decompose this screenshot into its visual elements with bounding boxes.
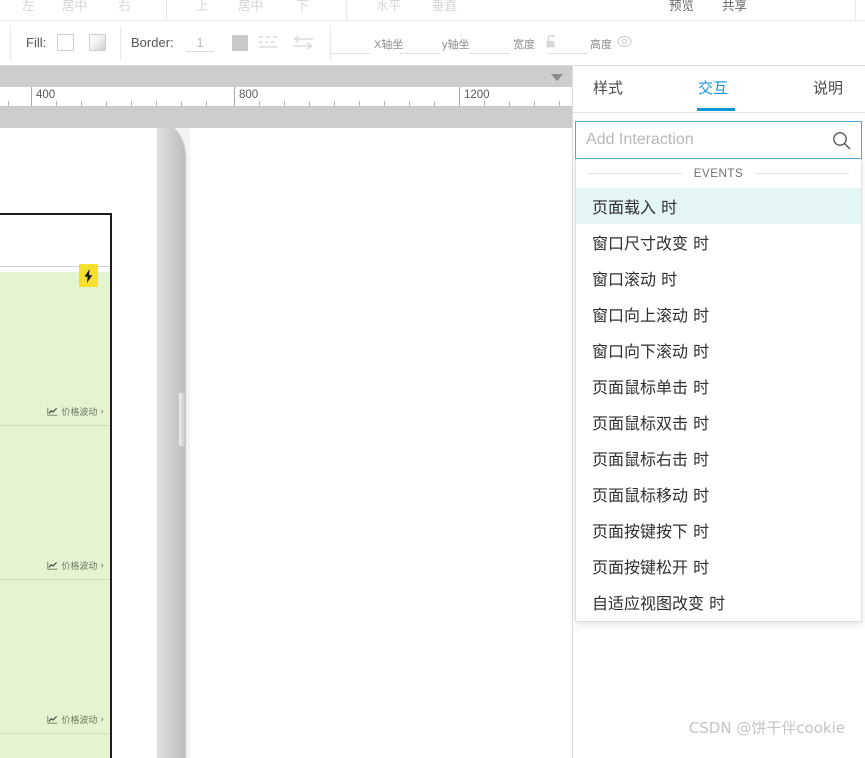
event-item-window-scroll-up[interactable]: 窗口向上滚动 时 — [576, 296, 861, 332]
distribute-vertical-button[interactable]: 垂直 — [432, 0, 457, 16]
lock-icon[interactable] — [545, 34, 558, 54]
cart-header: 购物车 — [0, 215, 110, 267]
event-item-page-load[interactable]: 页面载入 时 — [576, 188, 861, 224]
canvas-secondary-band — [0, 107, 572, 128]
event-item-adaptive-view-change[interactable]: 自适应视图改变 时 — [576, 584, 861, 620]
ruler-label: 800 — [239, 89, 259, 101]
phone-side-button — [179, 392, 186, 447]
border-style-icon[interactable] — [258, 35, 278, 56]
price-trend-link[interactable]: 价格波动 › — [47, 713, 104, 726]
fill-gradient-swatch[interactable] — [89, 34, 106, 51]
price-chart-icon — [47, 561, 58, 570]
toolbar-divider — [166, 0, 167, 20]
align-left-button[interactable]: 左 — [22, 0, 35, 16]
ruler-label: 1200 — [464, 89, 490, 101]
height-input[interactable] — [548, 53, 588, 54]
price-trend-label: 价格波动 — [61, 562, 98, 572]
align-right-button[interactable]: 右 — [118, 0, 131, 16]
phone-mockup: 购物车 商品名称 商品规格 商品价格 价格波动 › 商品名称 — [0, 128, 186, 758]
event-item-key-down[interactable]: 页面按键按下 时 — [576, 512, 861, 548]
fill-label: Fill: — [26, 35, 47, 50]
price-trend-label: 价格波动 — [61, 716, 98, 726]
inspector-tab-bar: 样式 交互 说明 — [573, 66, 865, 113]
price-chart-icon — [47, 715, 58, 724]
event-item-window-scroll-down[interactable]: 窗口向下滚动 时 — [576, 332, 861, 368]
event-item-page-mouse-move[interactable]: 页面鼠标移动 时 — [576, 476, 861, 512]
x-coordinate-label: X轴坐 — [374, 39, 404, 51]
event-item-page-double-click[interactable]: 页面鼠标双击 时 — [576, 404, 861, 440]
tab-style[interactable]: 样式 — [593, 78, 623, 100]
tab-interaction[interactable]: 交互 — [698, 78, 728, 100]
watermark: CSDN @饼干伴cookie — [688, 719, 845, 737]
share-button[interactable]: 共享 — [722, 0, 747, 16]
property-toolbar: Fill: Border: 1 X轴坐 y轴坐 宽度 高度 — [0, 21, 865, 66]
align-center-h-button[interactable]: 居中 — [62, 0, 87, 16]
line-arrow-icon[interactable] — [292, 35, 314, 56]
align-top-button[interactable]: 上 — [196, 0, 209, 16]
y-coordinate-label: y轴坐 — [442, 39, 470, 51]
toolbar-divider — [855, 0, 856, 20]
product-card[interactable]: 商品名称 商品规格 商品价格 价格波动 › — [0, 580, 110, 734]
price-trend-label: 价格波动 — [61, 408, 98, 418]
event-item-page-right-click[interactable]: 页面鼠标右击 时 — [576, 440, 861, 476]
events-section-label: EVENTS — [693, 167, 744, 180]
divider-left — [588, 173, 682, 174]
price-trend-link[interactable]: 价格波动 › — [47, 405, 104, 418]
tab-notes[interactable]: 说明 — [813, 78, 843, 100]
preview-button[interactable]: 预览 — [669, 0, 694, 16]
price-chart-icon — [47, 407, 58, 416]
price-trend-link[interactable]: 价格波动 › — [47, 559, 104, 572]
lightning-bolt-icon[interactable] — [79, 264, 98, 287]
event-item-key-up[interactable]: 页面按键松开 时 — [576, 548, 861, 584]
alignment-toolbar: 左 居中 右 上 居中 下 水平 垂直 预览 共享 — [0, 0, 865, 21]
border-label: Border: — [131, 35, 174, 50]
x-coordinate-input[interactable] — [330, 53, 370, 54]
inspector-panel: 样式 交互 说明 EVENTS 页面载入 时 窗口尺寸改变 时 窗口滚动 时 — [572, 66, 865, 758]
toolbar-divider — [120, 27, 121, 60]
design-canvas[interactable]: 购物车 商品名称 商品规格 商品价格 价格波动 › 商品名称 — [0, 128, 572, 758]
align-bottom-button[interactable]: 下 — [296, 0, 309, 16]
distribute-horizontal-button[interactable]: 水平 — [376, 0, 401, 16]
application-window: 左 居中 右 上 居中 下 水平 垂直 预览 共享 Fill: Border: … — [0, 0, 865, 758]
chevron-right-icon: › — [100, 714, 104, 725]
fill-none-swatch[interactable] — [57, 34, 74, 51]
width-label: 宽度 — [513, 39, 535, 51]
product-card[interactable]: 商品名称 商品规格 商品价格 价格波动 › — [0, 426, 110, 580]
active-tab-indicator — [697, 108, 735, 111]
search-input[interactable] — [586, 131, 832, 149]
add-interaction-search[interactable] — [575, 121, 862, 159]
product-card[interactable]: 商品名称 商品规格 商品价格 价格波动 › — [0, 734, 110, 758]
divider-right — [755, 173, 849, 174]
app-screen[interactable]: 购物车 商品名称 商品规格 商品价格 价格波动 › 商品名称 — [0, 213, 112, 758]
eye-icon[interactable] — [617, 35, 632, 53]
chevron-right-icon: › — [100, 560, 104, 571]
product-card[interactable]: 商品名称 商品规格 商品价格 价格波动 › — [0, 272, 110, 426]
events-section-header: EVENTS — [576, 159, 861, 188]
ruler-label: 400 — [36, 89, 56, 101]
event-item-window-resize[interactable]: 窗口尺寸改变 时 — [576, 224, 861, 260]
chevron-right-icon: › — [100, 406, 104, 417]
canvas-top-band — [0, 66, 572, 87]
toolbar-divider — [10, 27, 11, 60]
toolbar-divider — [346, 0, 347, 20]
border-width-input[interactable]: 1 — [186, 34, 214, 52]
align-center-v-button[interactable]: 居中 — [238, 0, 263, 16]
event-item-window-scroll[interactable]: 窗口滚动 时 — [576, 260, 861, 296]
horizontal-ruler[interactable]: 400 800 1200 — [0, 87, 572, 107]
events-dropdown: EVENTS 页面载入 时 窗口尺寸改变 时 窗口滚动 时 窗口向上滚动 时 窗… — [575, 159, 862, 622]
height-label: 高度 — [590, 39, 612, 51]
border-color-swatch[interactable] — [232, 35, 248, 51]
toolbar-divider — [330, 27, 331, 60]
event-item-page-click[interactable]: 页面鼠标单击 时 — [576, 368, 861, 404]
chevron-down-icon[interactable] — [551, 74, 563, 81]
search-icon[interactable] — [832, 131, 851, 150]
y-coordinate-input[interactable] — [400, 53, 440, 54]
width-input[interactable] — [470, 53, 510, 54]
